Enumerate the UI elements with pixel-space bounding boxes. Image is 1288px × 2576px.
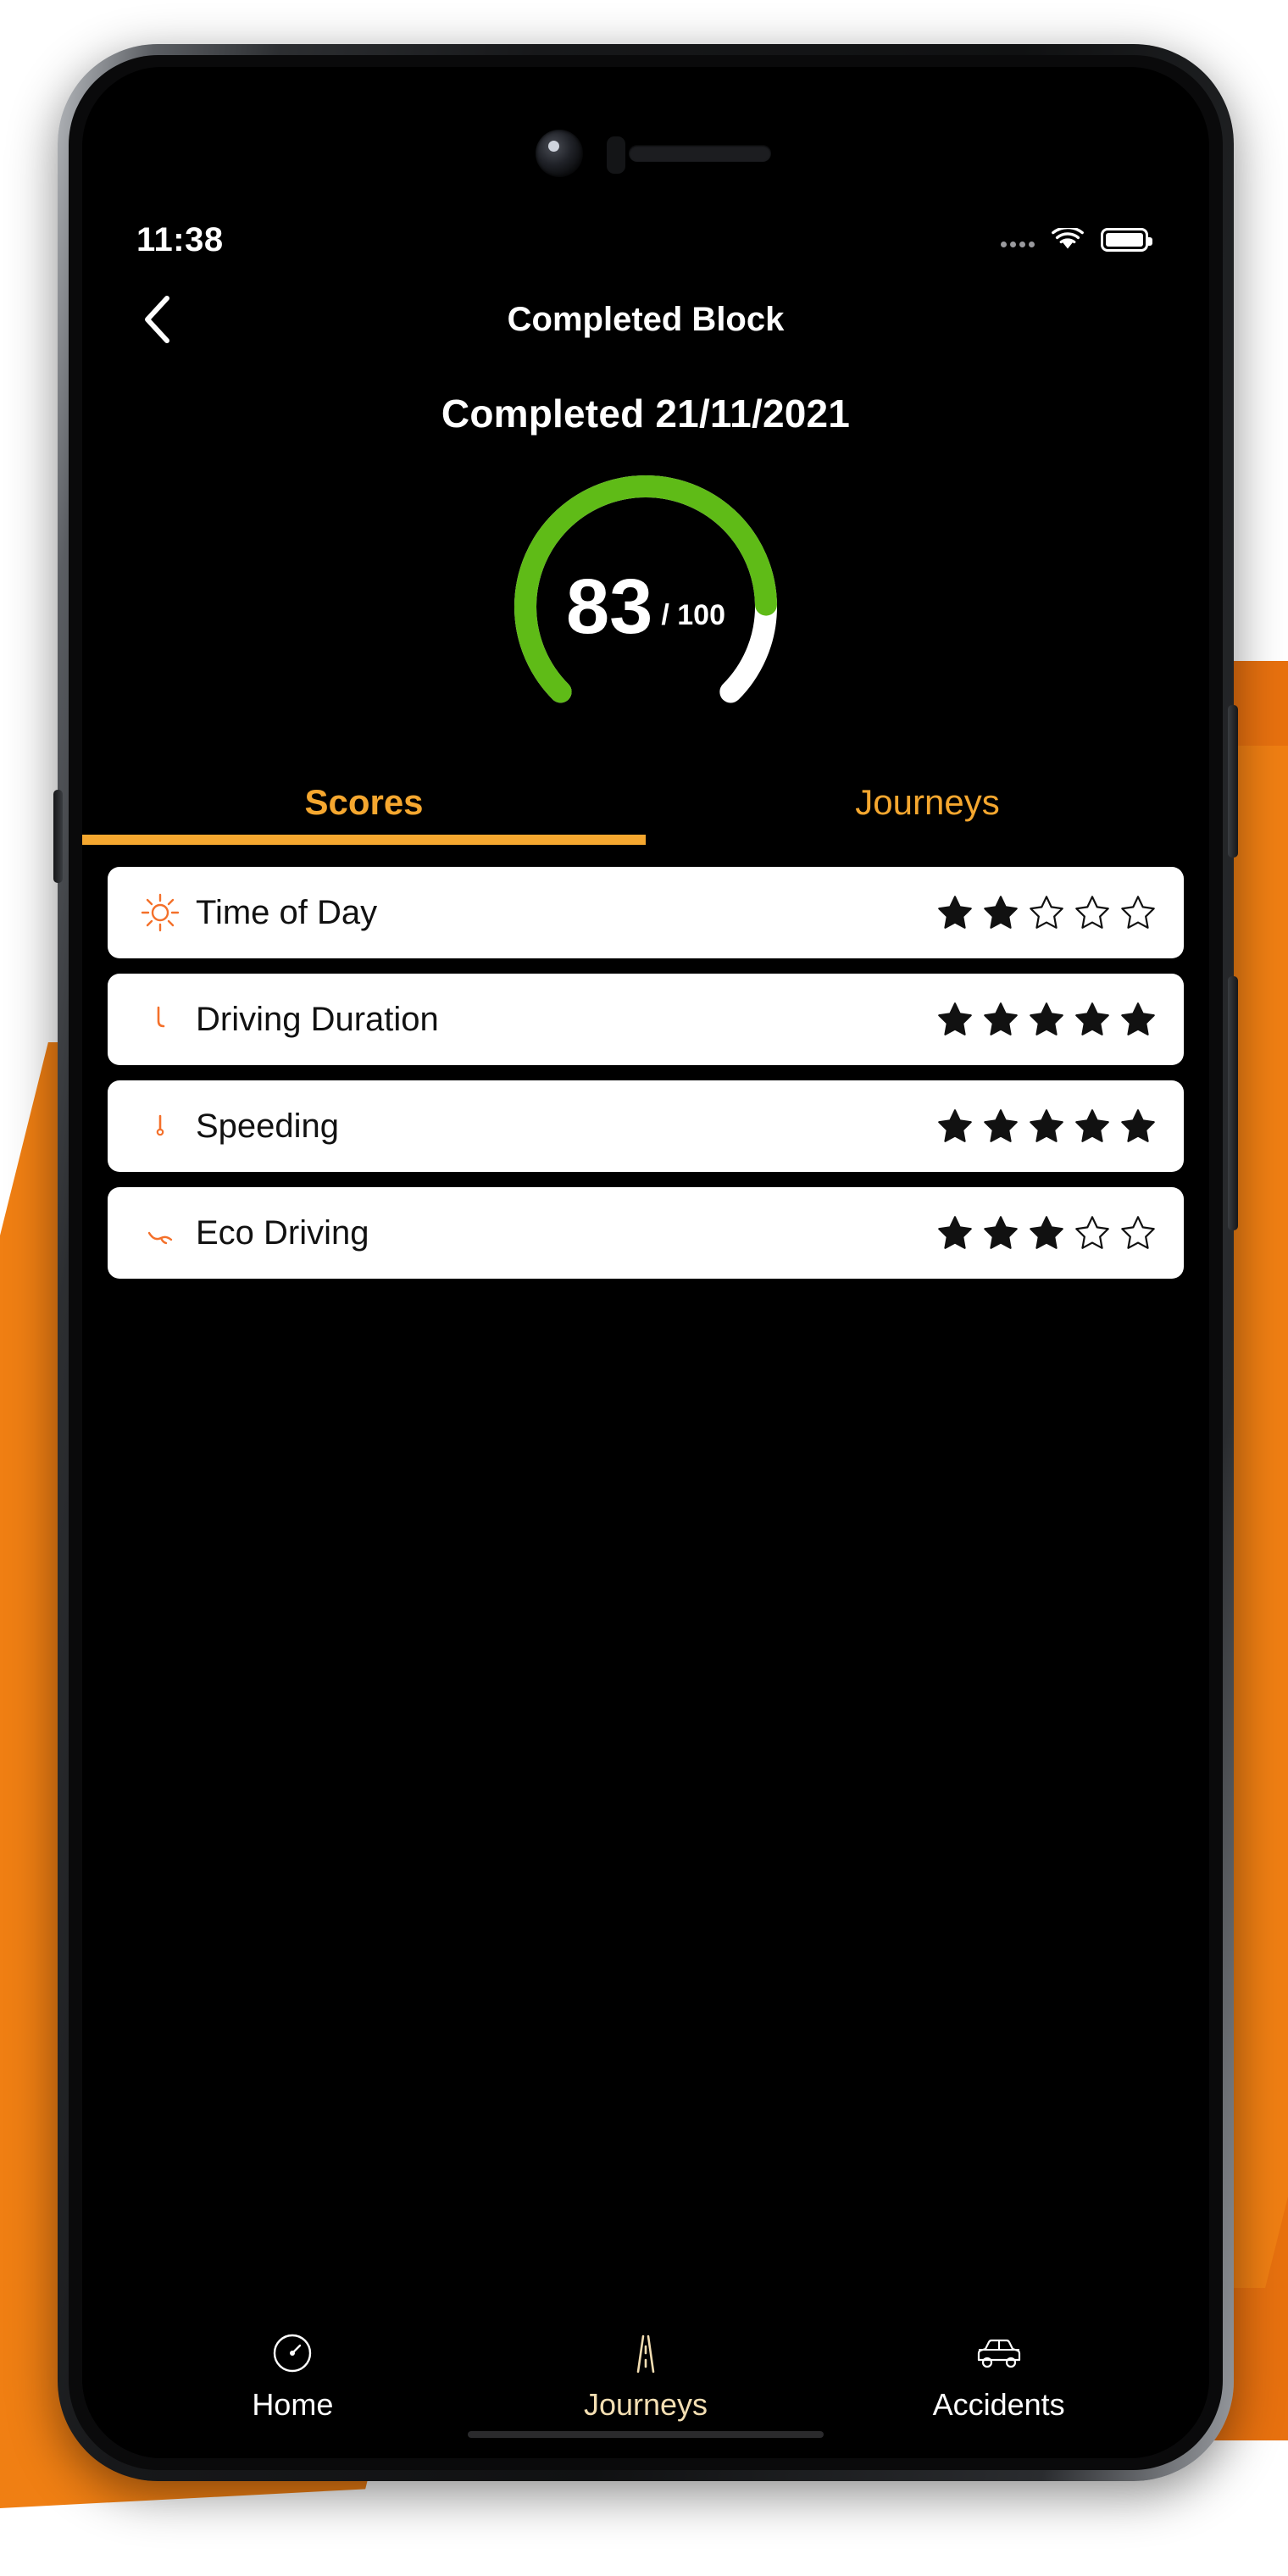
battery-full-icon [1101, 228, 1152, 252]
phone-volume-button[interactable] [1228, 705, 1238, 858]
score-row[interactable]: Eco Driving [108, 1187, 1184, 1279]
star-rating [936, 1108, 1162, 1145]
wifi-icon [1052, 225, 1084, 252]
star-filled-icon [938, 1109, 972, 1142]
segment-tabs: Scores Journeys [82, 782, 1209, 845]
gauge-center-label: 83 / 100 [497, 458, 794, 755]
star-filled-icon [984, 1002, 1018, 1035]
score-row[interactable]: Driving Duration [108, 974, 1184, 1065]
star-filled-icon [1030, 1002, 1063, 1035]
screenshot-root: 11:38 Completed Block Completed 21/11/20… [0, 0, 1288, 2576]
status-bar: 11:38 [82, 201, 1209, 279]
star-filled-icon [984, 896, 1018, 929]
home-indicator[interactable] [468, 2431, 824, 2438]
tab-scores-label: Scores [304, 782, 424, 822]
phone-power-button[interactable] [1228, 976, 1238, 1230]
front-camera-icon [536, 130, 583, 177]
nav-item-home-label: Home [252, 2387, 334, 2422]
star-empty-icon [1075, 1216, 1109, 1249]
completed-date-heading: Completed 21/11/2021 [441, 391, 851, 436]
tab-journeys-label: Journeys [855, 782, 1000, 822]
eco-leaf-icon [130, 1211, 191, 1255]
speedometer-needle-icon [130, 1104, 191, 1148]
speedometer-icon [269, 2329, 316, 2377]
star-filled-icon [938, 1216, 972, 1249]
phone-screen: 11:38 Completed Block Completed 21/11/20… [82, 201, 1209, 2458]
star-rating [936, 1001, 1162, 1038]
nav-item-journeys-label: Journeys [583, 2387, 708, 2422]
car-crash-icon [972, 2329, 1026, 2377]
phone-inner-frame: 11:38 Completed Block Completed 21/11/20… [69, 55, 1223, 2470]
score-gauge: 83 / 100 [497, 458, 794, 755]
nav-item-home[interactable]: Home [195, 2329, 390, 2423]
gauge-score-max: / 100 [661, 598, 725, 631]
phone-bezel: 11:38 Completed Block Completed 21/11/20… [82, 67, 1209, 2458]
star-filled-icon [1030, 1216, 1063, 1249]
gauge-score-value: 83 [566, 564, 653, 650]
tab-journeys[interactable]: Journeys [646, 782, 1209, 845]
star-filled-icon [1075, 1002, 1109, 1035]
star-rating [936, 1214, 1162, 1252]
nav-item-accidents[interactable]: Accidents [902, 2329, 1096, 2423]
star-filled-icon [938, 896, 972, 929]
score-row-label: Time of Day [196, 893, 378, 931]
proximity-sensor-icon [607, 136, 625, 174]
score-row-label: Eco Driving [196, 1213, 369, 1252]
phone-mute-switch[interactable] [53, 790, 63, 883]
star-filled-icon [938, 1002, 972, 1035]
star-filled-icon [1121, 1002, 1155, 1035]
star-empty-icon [1121, 1216, 1155, 1249]
star-filled-icon [1121, 1109, 1155, 1142]
signal-dots-icon [1001, 232, 1035, 247]
score-list: Time of Day Driving Duration Speeding Ec… [82, 845, 1209, 1279]
score-row-label: Driving Duration [196, 1000, 439, 1038]
status-bar-time: 11:38 [136, 220, 224, 258]
phone-hardware-row [82, 106, 1209, 199]
phone-device: 11:38 Completed Block Completed 21/11/20… [53, 44, 1238, 2481]
star-rating [936, 894, 1162, 931]
score-row[interactable]: Time of Day [108, 867, 1184, 958]
star-empty-icon [1030, 896, 1063, 929]
star-empty-icon [1121, 896, 1155, 929]
star-filled-icon [1075, 1109, 1109, 1142]
navigation-bar: Completed Block [82, 279, 1209, 360]
status-bar-icons [1001, 225, 1152, 252]
tab-scores[interactable]: Scores [82, 782, 646, 845]
clock-hand-icon [130, 997, 191, 1041]
earpiece-speaker-icon [629, 145, 771, 162]
back-button[interactable] [130, 292, 184, 347]
road-icon [622, 2329, 669, 2377]
score-row[interactable]: Speeding [108, 1080, 1184, 1172]
bottom-navigation: Home Journeys Accidents [82, 2329, 1209, 2438]
score-row-label: Speeding [196, 1107, 340, 1145]
star-filled-icon [984, 1109, 1018, 1142]
star-empty-icon [1075, 896, 1109, 929]
page-title: Completed Block [507, 300, 785, 338]
chevron-left-icon [145, 296, 169, 343]
sun-icon [130, 891, 191, 935]
star-filled-icon [984, 1216, 1018, 1249]
star-filled-icon [1030, 1109, 1063, 1142]
nav-item-accidents-label: Accidents [932, 2387, 1065, 2422]
nav-item-journeys[interactable]: Journeys [548, 2329, 743, 2423]
score-gauge-section: 83 / 100 [82, 450, 1209, 763]
